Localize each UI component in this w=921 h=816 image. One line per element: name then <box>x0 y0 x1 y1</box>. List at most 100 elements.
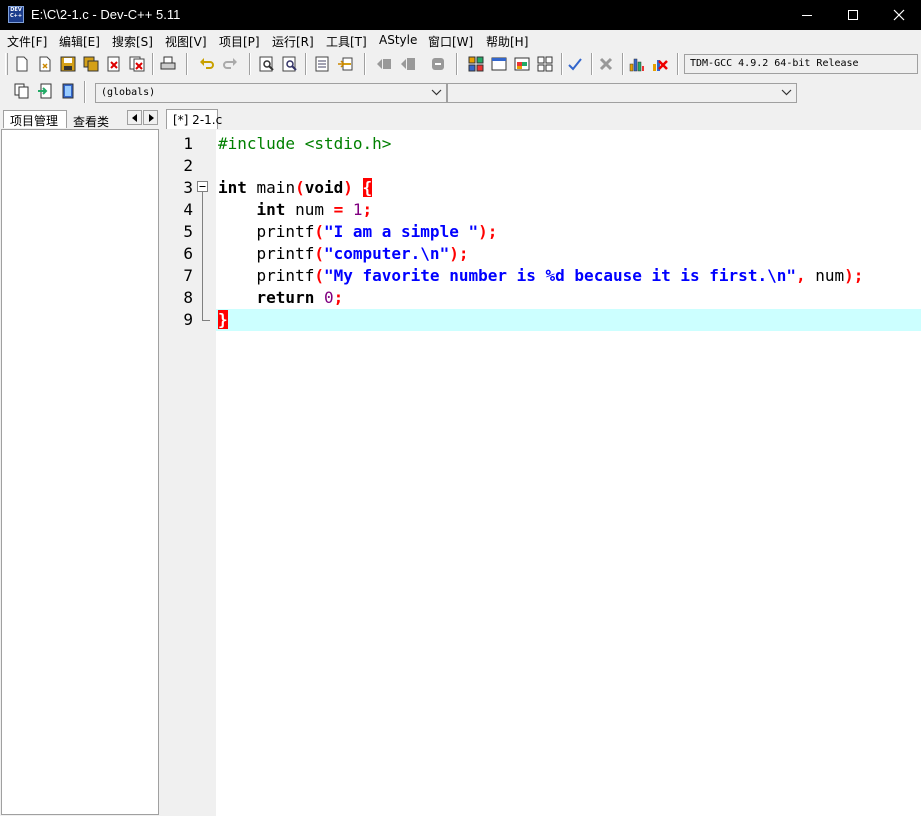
compile-run-button[interactable] <box>512 54 532 74</box>
minimize-button[interactable] <box>784 0 830 30</box>
symbol: ); <box>844 266 864 285</box>
replace-button[interactable] <box>280 54 300 74</box>
symbol: ); <box>478 222 498 241</box>
new-project-button[interactable] <box>12 81 32 101</box>
code-line-8: return 0; <box>218 287 344 309</box>
string-literal: "I am a simple " <box>323 222 479 241</box>
function-select[interactable] <box>447 83 797 103</box>
close-file-icon <box>107 56 120 72</box>
line-number: 2 <box>183 156 193 175</box>
scope-select[interactable]: (globals) <box>95 83 447 103</box>
title-bar: DEV C++ E:\C\2-1.c - Dev-C++ 5.11 <box>0 0 921 30</box>
goto-function-button[interactable] <box>335 54 355 74</box>
menu-edit[interactable]: 编辑[E] <box>59 33 100 50</box>
close-file-button[interactable] <box>104 54 124 74</box>
new-file-button[interactable] <box>12 54 32 74</box>
menu-project[interactable]: 项目[P] <box>219 33 260 50</box>
string-literal: "computer.\n" <box>323 244 450 263</box>
minimize-icon <box>802 15 812 16</box>
compile-button[interactable] <box>466 54 486 74</box>
arrow-left-icon <box>131 113 137 122</box>
keyword: void <box>304 178 344 197</box>
menu-tools[interactable]: 工具[T] <box>326 33 367 50</box>
stop-execution-button[interactable] <box>596 54 616 74</box>
profile-button[interactable] <box>627 54 647 74</box>
toolbar-separator <box>591 53 593 75</box>
toggle-comment-button[interactable] <box>428 54 448 74</box>
fold-collapse-button[interactable] <box>197 181 208 192</box>
symbol: ); <box>449 244 469 263</box>
find-button[interactable] <box>257 54 277 74</box>
project-options-button[interactable] <box>58 81 78 101</box>
maximize-button[interactable] <box>830 0 876 30</box>
indent-button[interactable] <box>374 54 394 74</box>
menu-file[interactable]: 文件[F] <box>7 33 47 50</box>
tab-project-manager[interactable]: 项目管理 <box>3 110 67 128</box>
line-number: 8 <box>183 288 193 307</box>
tab-scroll-right-button[interactable] <box>143 110 158 125</box>
menu-run[interactable]: 运行[R] <box>272 33 314 50</box>
maximize-icon <box>848 10 858 20</box>
number-literal: 0 <box>323 288 334 307</box>
run-icon <box>491 57 507 71</box>
checkmark-icon <box>568 58 582 71</box>
line-number: 7 <box>183 266 193 285</box>
line-number: 1 <box>183 134 193 153</box>
symbol: ) <box>343 178 353 197</box>
close-button[interactable] <box>876 0 921 30</box>
code-line-6: printf("computer.\n"); <box>218 243 469 265</box>
toolbar-separator <box>186 53 188 75</box>
undo-button[interactable] <box>197 54 217 74</box>
save-button[interactable] <box>58 54 78 74</box>
goto-line-icon <box>315 56 329 72</box>
save-all-icon <box>83 56 99 72</box>
print-button[interactable] <box>158 54 178 74</box>
menu-search[interactable]: 搜索[S] <box>112 33 153 50</box>
preprocessor-directive: #include <stdio.h> <box>218 134 392 153</box>
menu-window[interactable]: 窗口[W] <box>428 33 473 50</box>
menu-help[interactable]: 帮助[H] <box>486 33 528 50</box>
code-line-4: int num = 1; <box>218 199 373 221</box>
symbol: ( <box>314 266 324 285</box>
indent-icon <box>377 59 391 69</box>
project-pages-icon <box>14 83 29 99</box>
menu-bar: 文件[F] 编辑[E] 搜索[S] 视图[V] 项目[P] 运行[R] 工具[T… <box>0 30 921 50</box>
toolbar-separator <box>305 53 307 75</box>
keyword: int <box>218 178 247 197</box>
save-all-button[interactable] <box>81 54 101 74</box>
symbol: ( <box>314 244 324 263</box>
rebuild-all-button[interactable] <box>535 54 555 74</box>
open-file-button[interactable] <box>35 54 55 74</box>
menu-view[interactable]: 视图[V] <box>165 33 207 50</box>
identifier: num <box>805 266 845 285</box>
toggle-comment-icon <box>432 58 444 70</box>
toolbar-separator <box>456 53 458 75</box>
close-all-button[interactable] <box>127 54 147 74</box>
unindent-button[interactable] <box>398 54 418 74</box>
rebuild-all-icon <box>537 56 553 72</box>
code-line-3: int main(void) { <box>218 177 373 199</box>
close-all-icon <box>129 56 145 72</box>
symbol: ( <box>295 178 305 197</box>
goto-line-button[interactable] <box>312 54 332 74</box>
syntax-check-button[interactable] <box>565 54 585 74</box>
add-to-project-button[interactable] <box>35 81 55 101</box>
undo-icon <box>200 58 214 69</box>
project-tree[interactable] <box>1 129 159 815</box>
arrow-right-icon <box>148 113 154 122</box>
tab-class-browser[interactable]: 查看类 <box>67 110 119 129</box>
bar-chart-icon <box>629 58 644 72</box>
delete-profile-button[interactable] <box>650 54 670 74</box>
unindent-icon <box>401 58 415 70</box>
fold-guide-line <box>202 192 203 320</box>
editor-tab-2-1-c[interactable]: [*] 2-1.c <box>166 109 222 129</box>
compiler-select[interactable]: TDM-GCC 4.9.2 64-bit Release <box>684 54 918 74</box>
goto-function-icon <box>338 57 353 71</box>
redo-button[interactable] <box>220 54 240 74</box>
tab-scroll-left-button[interactable] <box>127 110 142 125</box>
string-literal: "My favorite number is %d because it is … <box>323 266 796 285</box>
menu-astyle[interactable]: AStyle <box>379 33 417 47</box>
identifier: printf <box>256 244 315 263</box>
toolbar-separator <box>677 53 679 75</box>
run-button[interactable] <box>489 54 509 74</box>
